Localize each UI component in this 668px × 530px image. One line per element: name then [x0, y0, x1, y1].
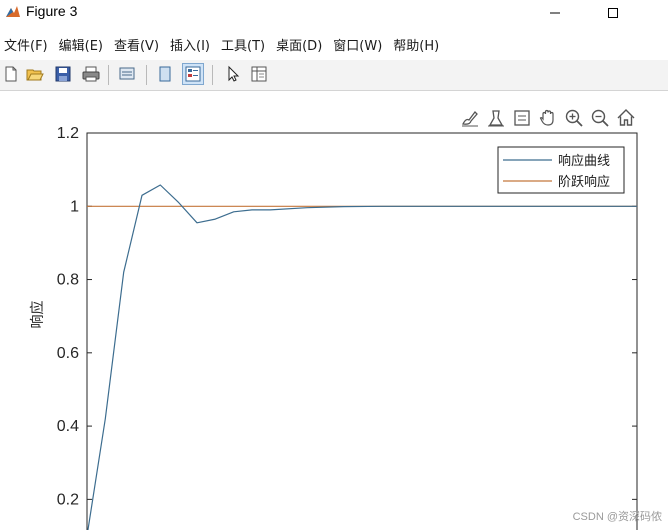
- menu-tools[interactable]: 工具(T): [217, 35, 269, 54]
- open-file-icon: [26, 69, 44, 81]
- figure-toolbar: [0, 60, 668, 91]
- new-figure-button[interactable]: [0, 63, 22, 85]
- y-tick-label: 1: [70, 198, 79, 215]
- property-inspector-button[interactable]: [248, 63, 270, 85]
- open-property-inspector-icon: [251, 66, 267, 82]
- save-icon: [55, 66, 71, 82]
- title-bar: Figure 3: [0, 0, 668, 26]
- open-file-button[interactable]: [24, 63, 46, 85]
- minimize-icon: [550, 12, 560, 14]
- edit-plot-arrow-icon: [228, 65, 240, 82]
- link-plot-icon: [119, 67, 135, 80]
- minimize-button[interactable]: [532, 0, 578, 26]
- menu-help[interactable]: 帮助(H): [389, 35, 443, 54]
- plot-area: 0.2 0.4 0.6 0.8 1 1.2 响应 响应曲线 阶跃响应: [29, 125, 638, 530]
- toolbar-separator: [108, 65, 109, 85]
- menu-edit[interactable]: 编辑(E): [55, 35, 107, 54]
- y-tick-label: 0.4: [57, 418, 79, 435]
- save-button[interactable]: [52, 63, 74, 85]
- toolbar-separator: [146, 65, 147, 85]
- legend-entry-step: 阶跃响应: [558, 174, 610, 190]
- menu-file[interactable]: 文件(F): [0, 35, 52, 54]
- maximize-icon: [608, 8, 618, 18]
- hide-plot-tools-icon: [159, 66, 171, 82]
- legend: 响应曲线 阶跃响应: [497, 146, 625, 194]
- window-title: Figure 3: [26, 3, 78, 19]
- figure-canvas: 0.2 0.4 0.6 0.8 1 1.2 响应 响应曲线 阶跃响应 CSDN @资深码侬: [0, 91, 668, 530]
- menu-bar: 文件(F) 编辑(E) 查看(V) 插入(I) 工具(T) 桌面(D) 窗口(W…: [0, 32, 668, 56]
- y-tick-label: 0.8: [57, 272, 79, 289]
- maximize-button[interactable]: [590, 0, 636, 26]
- hide-plot-tools-button[interactable]: [154, 63, 176, 85]
- y-tick-label: 1.2: [57, 125, 79, 142]
- menu-insert[interactable]: 插入(I): [166, 35, 214, 54]
- edit-plot-button[interactable]: [222, 63, 244, 85]
- response-curve-line: [87, 184, 637, 530]
- print-button[interactable]: [80, 63, 102, 85]
- print-icon: [82, 66, 100, 82]
- menu-view[interactable]: 查看(V): [110, 35, 163, 54]
- link-plot-button[interactable]: [116, 63, 138, 85]
- toolbar-separator: [212, 65, 213, 85]
- y-axis-label: 响应: [29, 301, 46, 329]
- y-tick-label: 0.6: [57, 345, 79, 362]
- y-tick-label: 0.2: [57, 491, 79, 508]
- menu-desktop[interactable]: 桌面(D): [272, 35, 326, 54]
- show-plot-tools-button[interactable]: [182, 63, 204, 85]
- show-plot-tools-icon: [185, 66, 201, 82]
- new-figure-icon: [5, 66, 17, 82]
- matlab-icon: [6, 6, 20, 17]
- menu-window[interactable]: 窗口(W): [329, 35, 386, 54]
- legend-entry-response: 响应曲线: [558, 153, 610, 169]
- watermark: CSDN @资深码侬: [572, 511, 662, 523]
